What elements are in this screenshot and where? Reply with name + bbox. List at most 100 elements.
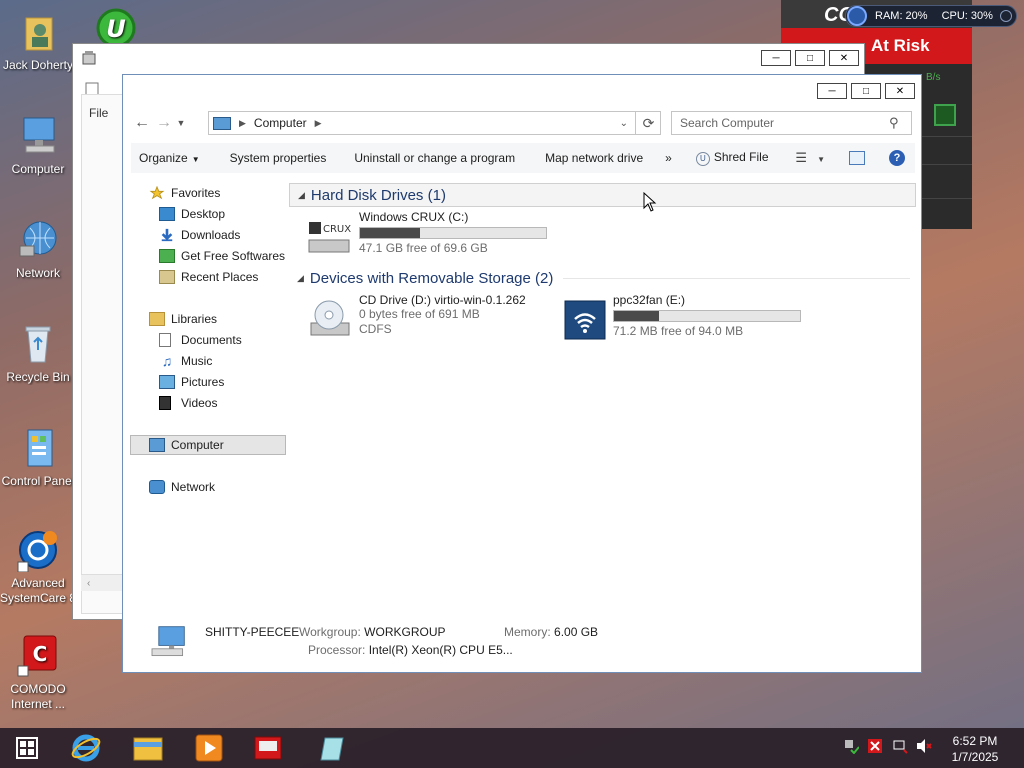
- group-header-hard-disk-drives[interactable]: ◢ Hard Disk Drives (1): [289, 183, 916, 207]
- clock-date: 1/7/2025: [951, 750, 999, 764]
- organize-button[interactable]: Organize ▼: [131, 151, 210, 165]
- action-center-flag-icon[interactable]: [892, 738, 908, 754]
- desktop-icon-recycle-bin[interactable]: Recycle Bin: [0, 322, 78, 385]
- film-icon: [159, 396, 171, 410]
- media-player-icon: [195, 734, 223, 762]
- pc-name: SHITTY-PEECEE: [205, 625, 300, 639]
- recent-places-icon: [159, 270, 175, 284]
- nav-label: Network: [171, 480, 216, 494]
- breadcrumb-computer[interactable]: Computer: [254, 116, 307, 130]
- desktop-icon-user-folder[interactable]: Jack Doherty: [0, 10, 78, 73]
- nav-label: Favorites: [171, 186, 221, 200]
- drive-name: CD Drive (D:) virtio-win-0.1.262: [359, 293, 526, 307]
- comodo-divider: [921, 198, 972, 199]
- group-header-removable-storage[interactable]: ◢ Devices with Removable Storage (2): [289, 266, 916, 290]
- control-panel-icon: [16, 426, 60, 470]
- mouse-cursor-icon: [643, 192, 657, 212]
- change-view-icon[interactable]: ☰ ▼: [795, 150, 825, 166]
- desktop-icon-label: Computer: [11, 162, 65, 176]
- drive-name: Windows CRUX (C:): [359, 210, 469, 224]
- preview-pane-icon[interactable]: [849, 151, 865, 165]
- search-input[interactable]: [680, 116, 889, 130]
- comodo-sandbox-tile[interactable]: [934, 104, 956, 126]
- comodo-divider: [921, 136, 972, 137]
- processor-label: Processor:: [308, 643, 366, 657]
- address-dropdown-icon[interactable]: ⌄: [620, 118, 628, 129]
- breadcrumb-chevron-icon[interactable]: ▶: [315, 118, 322, 129]
- expand-icon[interactable]: [1000, 10, 1012, 22]
- nav-label: Get Free Softwares: [181, 249, 286, 263]
- taskbar-file-explorer[interactable]: [120, 731, 176, 765]
- taskbar-notepad[interactable]: [305, 731, 361, 765]
- network-tray-icon[interactable]: [843, 738, 859, 754]
- network-globe-icon: [16, 218, 60, 262]
- collapse-triangle-icon[interactable]: ◢: [298, 190, 305, 201]
- shred-file-label: Shred File: [713, 150, 769, 165]
- drive-filesystem: CDFS: [359, 322, 392, 336]
- search-field[interactable]: ⚲: [671, 111, 912, 135]
- taskbar-clock[interactable]: 6:52 PM 1/7/2025: [942, 733, 1008, 765]
- cd-drive-icon: [310, 300, 350, 336]
- system-monitor-widget[interactable]: RAM: 20% CPU: 30%: [845, 5, 1017, 27]
- desktop-icon-computer[interactable]: Computer: [0, 114, 78, 177]
- nav-label: Videos: [181, 396, 218, 410]
- nav-label: Music: [181, 354, 213, 368]
- bg-horizontal-scrollbar[interactable]: ‹: [81, 574, 127, 591]
- bg-close-button[interactable]: ✕: [829, 50, 859, 66]
- collapse-triangle-icon[interactable]: ◢: [297, 273, 304, 284]
- bg-window-titlebar[interactable]: ─ □ ✕: [73, 44, 864, 74]
- minimize-button[interactable]: ─: [817, 83, 847, 99]
- uninstall-program-button[interactable]: Uninstall or change a program: [336, 151, 525, 165]
- nav-network[interactable]: Network: [149, 477, 305, 497]
- scroll-left-icon[interactable]: ‹: [87, 578, 90, 589]
- close-button[interactable]: ✕: [885, 83, 915, 99]
- shred-file-button[interactable]: U Shred File: [682, 150, 779, 166]
- content-pane: ◢ Hard Disk Drives (1) CRUX Windows CRUX…: [289, 179, 917, 599]
- chevron-down-icon: ▼: [191, 155, 200, 164]
- hard-drive-crux-icon: CRUX: [308, 222, 351, 253]
- memory-value: 6.00 GB: [554, 625, 599, 639]
- maximize-button[interactable]: □: [851, 83, 881, 99]
- address-bar[interactable]: ▶ Computer ▶ ⌄: [208, 111, 661, 135]
- svg-text:U: U: [106, 15, 126, 43]
- nav-libraries[interactable]: Libraries: [149, 309, 305, 329]
- navigation-pane: Favorites Desktop Downloads Get Free Sof…: [130, 179, 287, 599]
- bg-window-app-icon: [82, 51, 96, 65]
- volume-muted-icon[interactable]: [916, 738, 932, 754]
- computer-icon: [16, 114, 60, 158]
- recent-locations-chevron-icon[interactable]: ▼: [175, 112, 187, 134]
- forward-arrow-icon[interactable]: →: [153, 112, 175, 134]
- drive-usage-fill: [614, 311, 659, 321]
- drive-name: ppc32fan (E:): [613, 293, 686, 307]
- ram-usage: RAM: 20%: [875, 10, 928, 22]
- taskbar-shredder-app[interactable]: [240, 731, 296, 765]
- nav-favorites[interactable]: Favorites: [149, 183, 305, 203]
- desktop-icon-comodo[interactable]: C COMODO Internet ...: [0, 634, 78, 712]
- help-icon[interactable]: ?: [889, 150, 905, 166]
- desktop-icon-advanced-systemcare[interactable]: Advanced SystemCare 8: [0, 528, 78, 606]
- download-arrow-icon: [161, 228, 173, 242]
- taskbar-media-player[interactable]: [181, 731, 237, 765]
- refresh-icon[interactable]: ⟳: [635, 111, 661, 135]
- cpu-usage: CPU: 30%: [941, 10, 993, 22]
- nav-label: Recent Places: [181, 270, 259, 284]
- explorer-window: ─ □ ✕ ← → ▼ ▶ Computer ▶ ⌄ ⟳ ⚲ Organize▼…: [122, 74, 922, 673]
- bg-minimize-button[interactable]: ─: [761, 50, 791, 66]
- comodo-tray-icon[interactable]: [867, 738, 883, 754]
- system-properties-button[interactable]: System properties: [210, 151, 337, 165]
- desktop-icon-control-panel[interactable]: Control Panel: [0, 426, 78, 489]
- nav-computer[interactable]: Computer: [130, 435, 286, 455]
- address-row: ← → ▼ ▶ Computer ▶ ⌄ ⟳ ⚲: [131, 107, 915, 139]
- bg-maximize-button[interactable]: □: [795, 50, 825, 66]
- map-network-drive-button[interactable]: Map network drive: [525, 151, 653, 165]
- search-icon[interactable]: ⚲: [889, 115, 911, 131]
- start-button[interactable]: [8, 731, 46, 765]
- bg-menu-file[interactable]: File: [89, 106, 108, 120]
- notepad-icon: [320, 737, 344, 761]
- back-arrow-icon[interactable]: ←: [131, 112, 153, 134]
- desktop-icon-network[interactable]: Network: [0, 218, 78, 281]
- more-commands-button[interactable]: »: [653, 151, 682, 165]
- explorer-titlebar[interactable]: ─ □ ✕: [123, 75, 921, 105]
- breadcrumb-chevron-icon[interactable]: ▶: [239, 118, 246, 129]
- taskbar-internet-explorer[interactable]: [58, 731, 114, 765]
